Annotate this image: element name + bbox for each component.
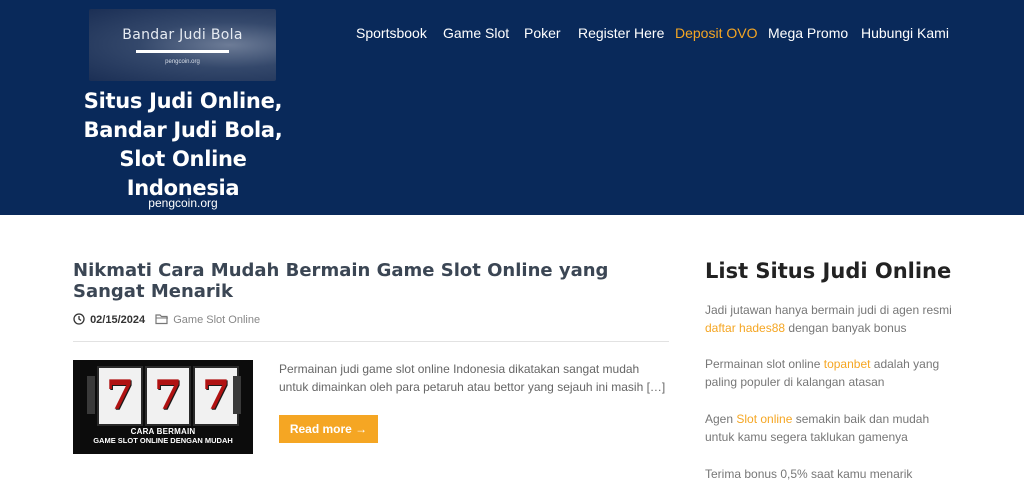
site-header: Bandar Judi Bola pengcoin.org Situs Judi… [0,0,1024,215]
folder-icon [155,313,169,328]
sidebar-text: Agen [705,412,737,426]
nav-item-hubungi-kami[interactable]: Hubungi Kami [861,25,949,43]
sidebar-text: Permainan slot online [705,357,824,371]
post-date[interactable]: 02/15/2024 [90,314,145,326]
post-thumbnail[interactable]: 7 7 7 CARA BERMAIN GAME SLOT ONLINE DENG… [73,360,253,454]
post-title[interactable]: Nikmati Cara Mudah Bermain Game Slot Onl… [73,260,663,302]
read-more-button[interactable]: Read more → [279,415,378,443]
nav-item-sportsbook[interactable]: Sportsbook [356,25,427,43]
nav-item-poker[interactable]: Poker [524,25,561,43]
logo-rule [136,50,229,53]
site-tagline: pengcoin.org [148,196,218,210]
clock-icon [73,313,85,328]
slot-reel-seven: 7 [145,366,191,426]
sidebar-link[interactable]: Slot online [736,412,792,426]
thumbnail-caption-line2: GAME SLOT ONLINE DENGAN MUDAH [93,436,233,445]
sidebar-item: Agen Slot online semakin baik dan mudah … [705,410,955,446]
slot-reel-seven: 7 [97,366,143,426]
site-logo[interactable]: Bandar Judi Bola pengcoin.org [89,9,276,81]
logo-url: pengcoin.org [165,59,200,65]
sidebar-title: List Situs Judi Online [705,259,952,283]
nav-item-register-here[interactable]: Register Here [578,25,664,43]
nav-item-mega-promo[interactable]: Mega Promo [768,25,848,43]
nav-item-deposit-ovo[interactable]: Deposit OVO [675,25,757,43]
post-category[interactable]: Game Slot Online [173,314,260,326]
slot-frame [87,376,95,414]
sidebar-item: Permainan slot online topanbet adalah ya… [705,355,955,391]
post-meta: 02/15/2024 Game Slot Online [73,313,260,327]
thumbnail-caption-line1: CARA BERMAIN [130,427,196,436]
post-divider [73,341,669,342]
slot-frame [233,376,241,414]
sidebar-text: dengan banyak bonus [785,321,907,335]
sidebar-text: Jadi jutawan hanya bermain judi di agen … [705,303,952,317]
sidebar-link[interactable]: topanbet [824,357,871,371]
site-title[interactable]: Situs Judi Online, Bandar Judi Bola, Slo… [60,87,306,203]
sidebar-text: Terima bonus 0,5% saat kamu menarik sete… [705,467,913,481]
sidebar-item: Jadi jutawan hanya bermain judi di agen … [705,301,955,337]
nav-item-game-slot[interactable]: Game Slot [443,25,509,43]
sidebar-item: Terima bonus 0,5% saat kamu menarik sete… [705,465,955,481]
sidebar-link[interactable]: daftar hades88 [705,321,785,335]
post-excerpt: Permainan judi game slot online Indonesi… [279,362,666,394]
logo-title: Bandar Judi Bola [122,27,243,43]
